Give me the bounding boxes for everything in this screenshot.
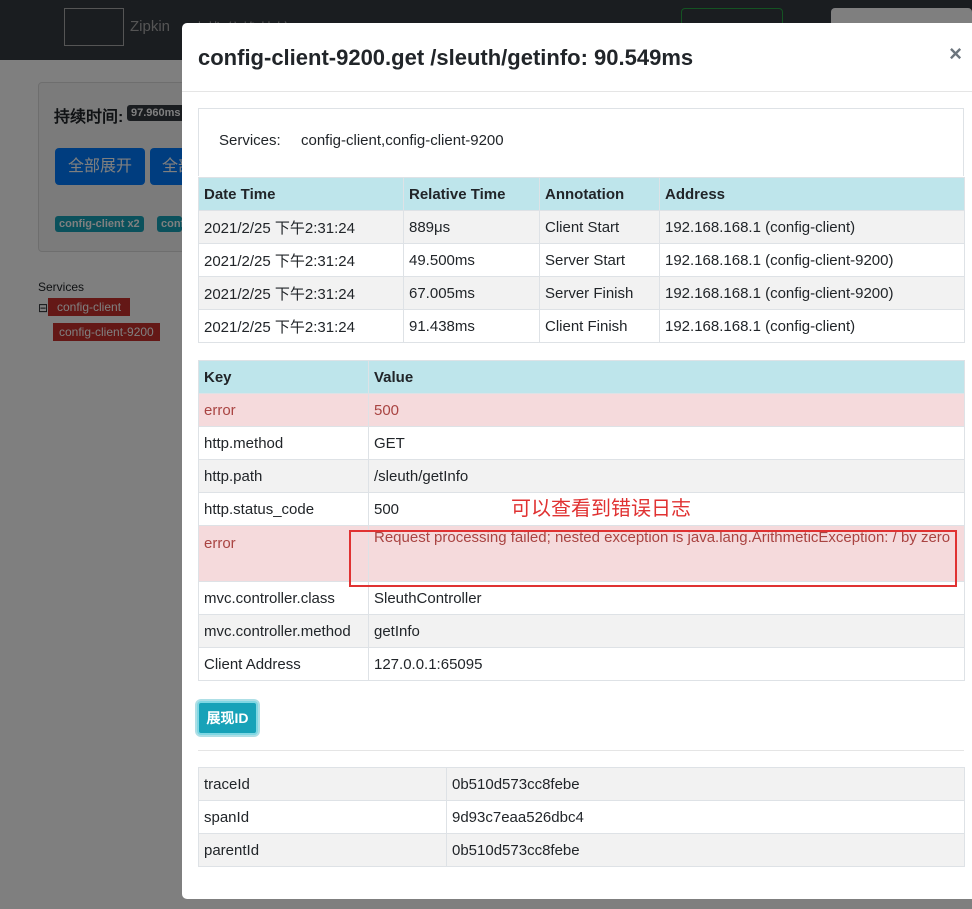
column-header: Key xyxy=(198,360,369,394)
column-header: Address xyxy=(659,177,965,211)
id-key-cell: traceId xyxy=(198,767,447,801)
column-header: Relative Time xyxy=(403,177,540,211)
relative-time-cell: 91.438ms xyxy=(403,309,540,343)
table-row: http.path /sleuth/getInfo xyxy=(198,459,965,493)
tag-value-cell: /sleuth/getInfo xyxy=(368,459,965,493)
date-time-cell: 2021/2/25 下午2:31:24 xyxy=(198,243,404,277)
tag-key-cell: mvc.controller.class xyxy=(198,581,369,615)
span-detail-modal: config-client-9200.get /sleuth/getinfo: … xyxy=(182,23,972,899)
error-highlight-box xyxy=(349,530,957,587)
relative-time-cell: 67.005ms xyxy=(403,276,540,310)
tag-value-cell: 127.0.0.1:65095 xyxy=(368,647,965,681)
column-header: Annotation xyxy=(539,177,660,211)
column-header: Value xyxy=(368,360,965,394)
annotations-table: Date Time Relative Time Annotation Addre… xyxy=(198,177,965,343)
table-row: 2021/2/25 下午2:31:24 49.500ms Server Star… xyxy=(198,243,965,277)
table-row: 2021/2/25 下午2:31:24 67.005ms Server Fini… xyxy=(198,276,965,310)
close-icon[interactable]: × xyxy=(949,41,962,67)
id-value-cell: 0b510d573cc8febe xyxy=(446,833,965,867)
id-value-cell: 0b510d573cc8febe xyxy=(446,767,965,801)
services-panel: Services: config-client,config-client-92… xyxy=(198,108,964,176)
annotation-cell: Server Start xyxy=(539,243,660,277)
annotation-cell: Client Finish xyxy=(539,309,660,343)
date-time-cell: 2021/2/25 下午2:31:24 xyxy=(198,210,404,244)
table-row: mvc.controller.method getInfo xyxy=(198,614,965,648)
relative-time-cell: 49.500ms xyxy=(403,243,540,277)
tag-key-cell: http.status_code xyxy=(198,492,369,526)
tag-value-cell: 500 xyxy=(368,393,965,427)
annotation-cell: Client Start xyxy=(539,210,660,244)
id-value-cell: 9d93c7eaa526dbc4 xyxy=(446,800,965,834)
table-row: parentId 0b510d573cc8febe xyxy=(198,833,965,867)
table-row: http.method GET xyxy=(198,426,965,460)
tag-key-cell: http.path xyxy=(198,459,369,493)
ids-table: traceId 0b510d573cc8febe spanId 9d93c7ea… xyxy=(198,767,965,867)
tag-key-cell: http.method xyxy=(198,426,369,460)
id-key-cell: spanId xyxy=(198,800,447,834)
table-row-error: error 500 xyxy=(198,393,965,427)
divider xyxy=(198,750,964,751)
date-time-cell: 2021/2/25 下午2:31:24 xyxy=(198,309,404,343)
table-row: 2021/2/25 下午2:31:24 889μs Client Start 1… xyxy=(198,210,965,244)
id-key-cell: parentId xyxy=(198,833,447,867)
services-label: Services: xyxy=(219,132,281,149)
table-header-row: Key Value xyxy=(198,360,965,394)
modal-header: config-client-9200.get /sleuth/getinfo: … xyxy=(182,23,972,92)
address-cell: 192.168.168.1 (config-client-9200) xyxy=(659,276,965,310)
show-id-button[interactable]: 展现ID xyxy=(197,701,258,735)
annotation-cell: Server Finish xyxy=(539,276,660,310)
tag-key-cell: mvc.controller.method xyxy=(198,614,369,648)
address-cell: 192.168.168.1 (config-client) xyxy=(659,210,965,244)
table-row: traceId 0b510d573cc8febe xyxy=(198,767,965,801)
tag-value-cell: getInfo xyxy=(368,614,965,648)
services-value: config-client,config-client-9200 xyxy=(301,132,504,149)
table-row: spanId 9d93c7eaa526dbc4 xyxy=(198,800,965,834)
relative-time-cell: 889μs xyxy=(403,210,540,244)
address-cell: 192.168.168.1 (config-client) xyxy=(659,309,965,343)
annotation-note: 可以查看到错误日志 xyxy=(511,498,691,520)
modal-title: config-client-9200.get /sleuth/getinfo: … xyxy=(198,45,694,70)
tag-value-cell: GET xyxy=(368,426,965,460)
tag-key-cell: Client Address xyxy=(198,647,369,681)
table-row: 2021/2/25 下午2:31:24 91.438ms Client Fini… xyxy=(198,309,965,343)
table-header-row: Date Time Relative Time Annotation Addre… xyxy=(198,177,965,211)
tag-key-cell: error xyxy=(198,393,369,427)
address-cell: 192.168.168.1 (config-client-9200) xyxy=(659,243,965,277)
tag-key-cell: error xyxy=(198,525,369,582)
table-row: Client Address 127.0.0.1:65095 xyxy=(198,647,965,681)
date-time-cell: 2021/2/25 下午2:31:24 xyxy=(198,276,404,310)
column-header: Date Time xyxy=(198,177,404,211)
